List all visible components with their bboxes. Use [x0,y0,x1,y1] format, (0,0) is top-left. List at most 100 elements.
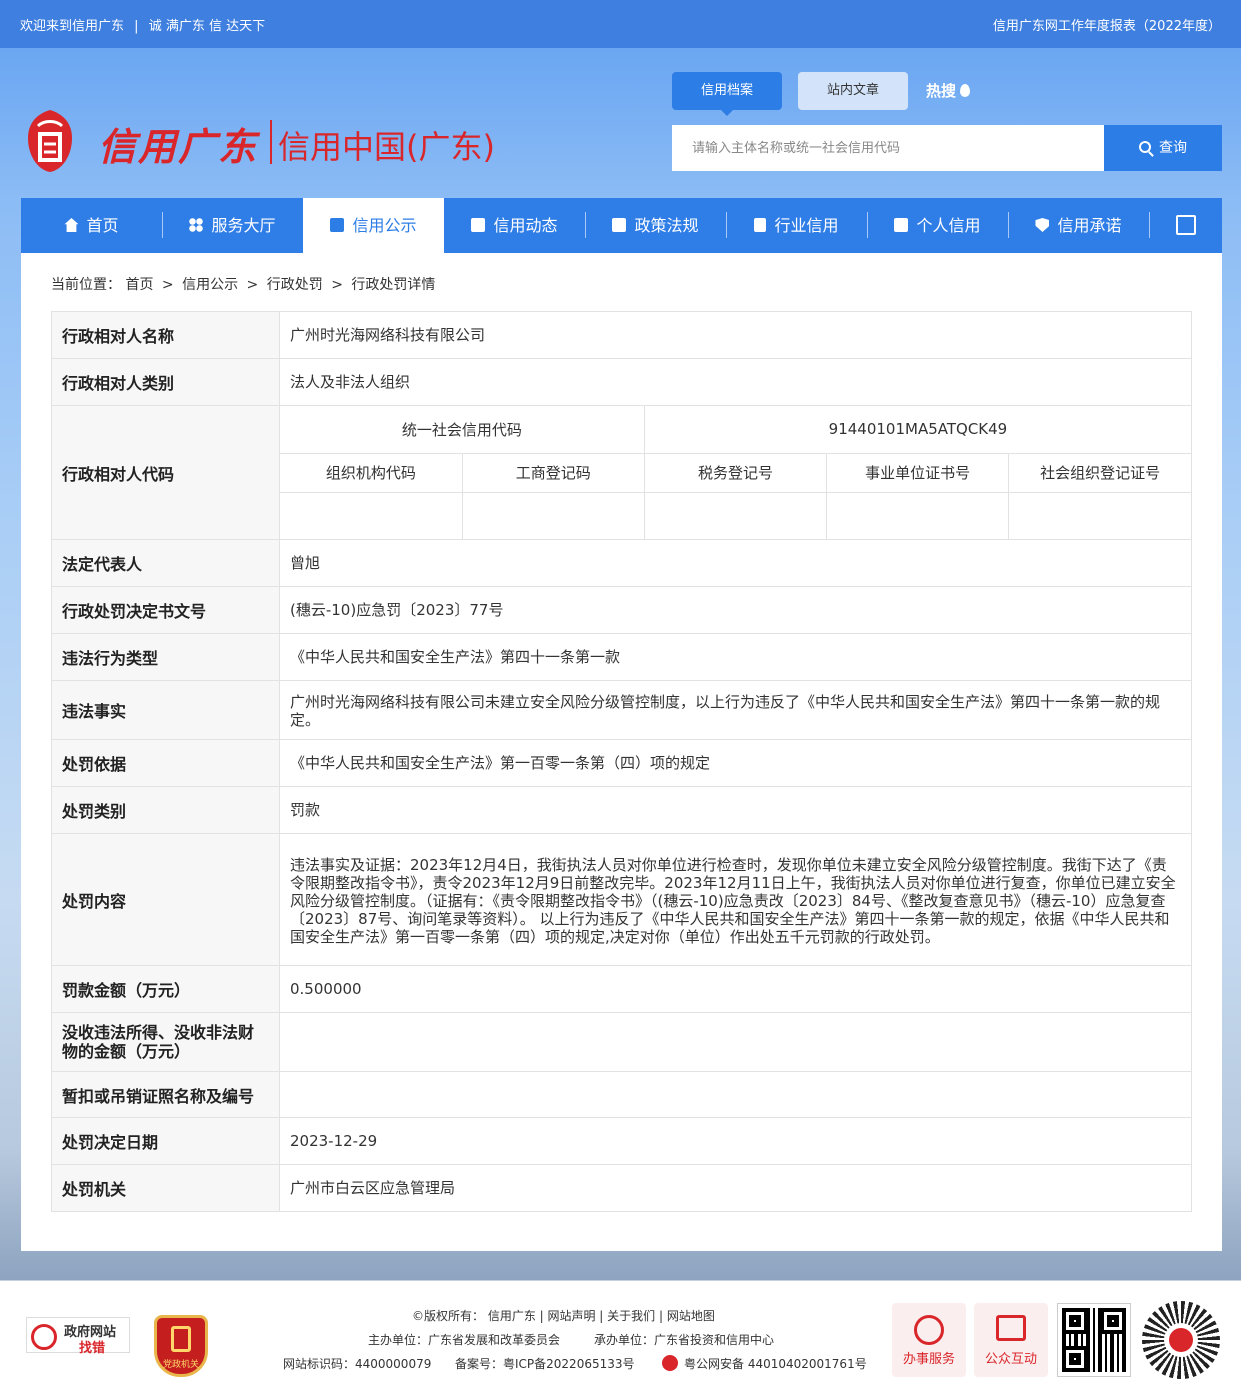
footer-operator: 承办单位：广东省投资和信用中心 [594,1333,775,1347]
code-value [643,492,827,539]
nav-home-label: 首页 [86,216,119,235]
field-key: 行政相对人类别 [51,358,280,406]
search-icon [1139,141,1151,153]
code-value [461,492,645,539]
search-box: 查询 [672,125,1222,171]
nav-service-hall-label: 服务大厅 [211,216,276,235]
nav-policy[interactable]: 政策法规 [585,198,726,253]
nav-credit-pledge[interactable]: 信用承诺 [1008,198,1149,253]
search-button-label: 查询 [1159,140,1187,156]
breadcrumb-separator: > [331,277,343,293]
nav-credit-news[interactable]: 信用动态 [444,198,585,253]
search-tab-credit-archive[interactable]: 信用档案 [672,72,782,116]
field-value: 广州时光海网络科技有限公司未建立安全风险分级管控制度，以上行为违反了《中华人民共… [279,680,1192,740]
field-key: 行政相对人名称 [51,311,280,359]
field-key: 违法行为类型 [51,633,280,681]
code-grid-cell: 统一社会信用代码 91440101MA5ATQCK49 组织机构代码 工商登记码… [279,405,1192,540]
nav-credit-publicity[interactable]: 信用公示 [303,198,444,253]
uscc-value: 91440101MA5ATQCK49 [643,406,1191,454]
home-icon [64,218,79,232]
site-logo[interactable]: 信用广东 信用中国(广东) [20,104,510,179]
field-key: 违法事实 [51,680,280,740]
nav-industry-credit[interactable]: 行业信用 [726,198,867,253]
nav-credit-pledge-label: 信用承诺 [1057,216,1122,235]
expand-icon [1175,215,1196,235]
annual-report-link[interactable]: 信用广东网工作年度报表（2022年度） [993,15,1221,34]
table-row: 行政相对人名称 广州时光海网络科技有限公司 [51,311,1192,359]
nav-personal-credit[interactable]: 个人信用 [867,198,1008,253]
field-value: 0.500000 [279,965,1192,1013]
main-nav: 首页 服务大厅 信用公示 信用动态 政策法规 行业信用 个人信用 信用承诺 [21,198,1222,253]
police-badge-icon [662,1355,678,1371]
nav-service-hall[interactable]: 服务大厅 [162,198,303,253]
code-header: 税务登记号 [643,453,827,493]
table-row: 处罚依据 《中华人民共和国安全生产法》第一百零一条第（四）项的规定 [51,739,1192,787]
code-header: 工商登记码 [461,453,645,493]
party-emblem-icon [171,1326,191,1352]
field-value [279,1071,1192,1118]
magnifier-icon [31,1324,57,1350]
field-value: 广州时光海网络科技有限公司 [279,311,1192,359]
table-row: 行政处罚决定书文号 (穗云-10)应急罚〔2023〕77号 [51,586,1192,634]
footer-police[interactable]: 粤公网安备 44010402001761号 [662,1355,867,1372]
code-grid: 统一社会信用代码 91440101MA5ATQCK49 组织机构代码 工商登记码… [280,406,1191,539]
table-row: 没收违法所得、没收非法财物的金额（万元） [51,1012,1192,1072]
code-header: 组织机构代码 [280,453,463,493]
footer-links[interactable]: ©版权所有： 信用广东 | 网站声明 | 关于我们 | 网站地图 [412,1307,715,1324]
code-header: 事业单位证书号 [826,453,1009,493]
breadcrumb-penalty-detail: 行政处罚详情 [351,277,436,293]
footer-police-text: 粤公网安备 44010402001761号 [684,1357,867,1371]
breadcrumb-label: 当前位置： [51,277,121,293]
field-key: 没收违法所得、没收非法财物的金额（万元） [51,1012,280,1072]
nav-home[interactable]: 首页 [21,198,162,253]
message-board-icon [996,1315,1026,1341]
logo-text-primary: 信用广东 [98,124,259,169]
breadcrumb-home[interactable]: 首页 [125,277,153,293]
hot-search-link[interactable]: 热搜 [926,80,971,101]
field-value: 《中华人民共和国安全生产法》第四十一条第一款 [279,633,1192,681]
code-value [280,492,462,539]
field-value: 法人及非法人组织 [279,358,1192,406]
table-row: 处罚机关 广州市白云区应急管理局 [51,1164,1192,1212]
field-value: 罚款 [279,786,1192,834]
table-row: 违法事实 广州时光海网络科技有限公司未建立安全风险分级管控制度，以上行为违反了《… [51,680,1192,740]
gov-site-line2: 找错 [79,1341,106,1356]
table-row: 罚款金额（万元） 0.500000 [51,965,1192,1013]
field-key: 处罚内容 [51,833,280,966]
service-button[interactable]: 办事服务 [892,1303,966,1377]
slogan-text: 诚 满广东 信 达天下 [148,19,266,34]
nav-credit-news-label: 信用动态 [493,216,558,235]
user-card-icon [894,218,909,232]
search-tab-site-articles[interactable]: 站内文章 [798,72,908,110]
logo-divider [270,120,272,164]
footer-site-id: 网站标识码：4400000079 [283,1357,432,1371]
party-gov-badge[interactable]: 党政机关 [154,1315,208,1377]
field-value: 《中华人民共和国安全生产法》第一百零一条第（四）项的规定 [279,739,1192,787]
footer-host: 主办单位：广东省发展和改革委员会 [368,1333,561,1347]
footer-icp[interactable]: 备案号：粤ICP备2022065133号 [455,1355,635,1372]
table-row: 行政相对人类别 法人及非法人组织 [51,358,1192,406]
search-input[interactable] [672,125,1104,171]
uscc-label: 统一社会信用代码 [280,406,645,454]
nav-policy-label: 政策法规 [634,216,699,235]
table-row: 处罚类别 罚款 [51,786,1192,834]
table-row: 暂扣或吊销证照名称及编号 [51,1071,1192,1118]
interact-button[interactable]: 公众互动 [974,1303,1048,1377]
gov-site-error-report-badge[interactable]: 政府网站 找错 [26,1317,130,1356]
field-key: 处罚决定日期 [51,1117,280,1165]
hot-search-label: 热搜 [926,82,957,100]
breadcrumb-penalty[interactable]: 行政处罚 [267,277,323,293]
field-value: 曾旭 [279,539,1192,587]
search-button[interactable]: 查询 [1104,125,1222,171]
breadcrumb: 当前位置： 首页 > 信用公示 > 行政处罚 > 行政处罚详情 [51,274,435,294]
code-header: 社会组织登记证号 [1008,453,1191,493]
breadcrumb-credit-publicity[interactable]: 信用公示 [182,277,238,293]
field-key: 处罚机关 [51,1164,280,1212]
interact-button-label: 公众互动 [984,1352,1037,1367]
credit-seal-icon [28,110,72,172]
table-row: 处罚内容 违法事实及证据：2023年12月4日，我街执法人员对你单位进行检查时，… [51,833,1192,966]
code-value [1008,492,1191,539]
field-value [279,1012,1192,1072]
nav-fullscreen-button[interactable] [1149,198,1222,253]
mini-program-code-icon [1142,1301,1220,1379]
